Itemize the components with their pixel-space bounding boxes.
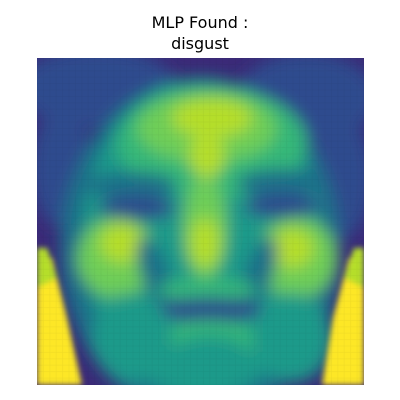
figure: MLP Found : disgust <box>0 0 400 400</box>
title-line-2: disgust <box>171 34 229 53</box>
face-image <box>37 58 364 385</box>
title-line-1: MLP Found : <box>151 13 249 32</box>
face-heatmap <box>37 58 364 385</box>
figure-title: MLP Found : disgust <box>0 12 400 54</box>
